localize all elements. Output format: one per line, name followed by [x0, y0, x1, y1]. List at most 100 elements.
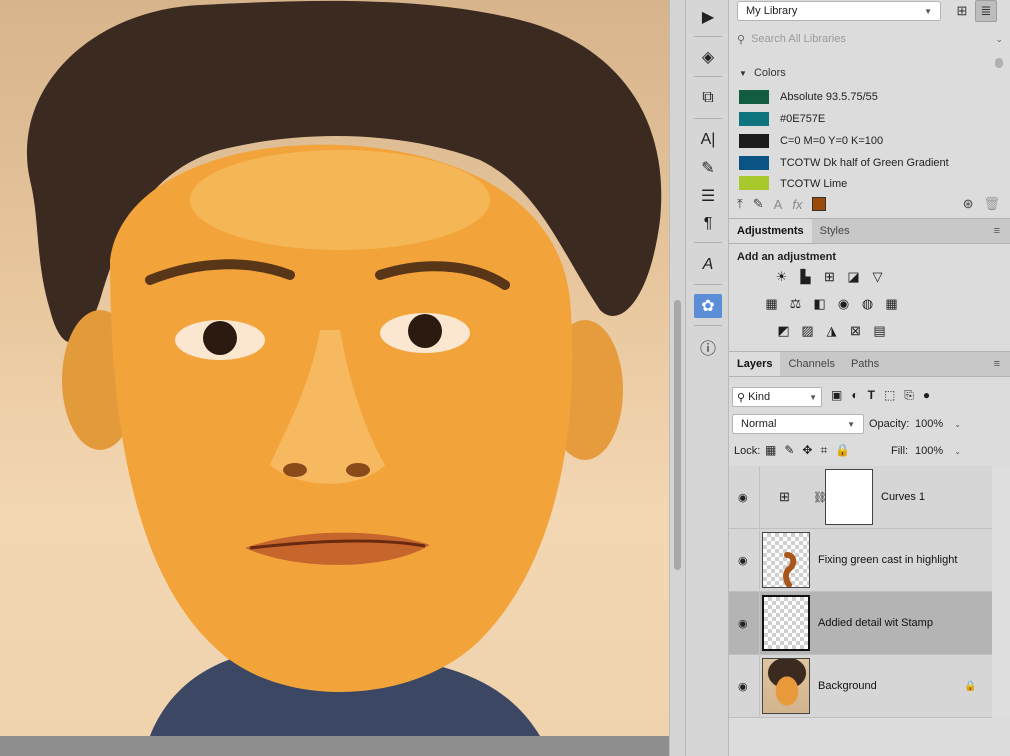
lock-icon: 🔒 — [964, 680, 977, 692]
fill-value: 100% — [915, 445, 944, 457]
layer-name: Background — [818, 680, 877, 692]
tab-channels[interactable]: Channels — [780, 352, 842, 376]
add-foreground-color-swatch[interactable] — [812, 197, 827, 211]
canvas-vertical-scrollbar[interactable] — [669, 0, 685, 756]
eye-icon[interactable]: ◉ — [738, 554, 754, 567]
eye-icon[interactable]: ◉ — [738, 491, 754, 504]
layer-name: Addied detail wit Stamp — [818, 617, 933, 629]
color-swatch-row[interactable]: TCOTW Lime — [739, 176, 847, 190]
list-view-icon[interactable]: ≣ — [975, 0, 997, 22]
curves-icon[interactable]: ⊞ — [821, 268, 838, 285]
layer-mask-thumbnail[interactable] — [825, 469, 873, 525]
libraries-icon[interactable]: ✿ — [694, 294, 722, 318]
tab-adjustments[interactable]: Adjustments — [729, 219, 812, 243]
character-icon[interactable]: A| — [694, 128, 722, 152]
trash-icon[interactable]: 🗑 — [983, 196, 1000, 212]
gradient-map-icon[interactable]: ▤ — [871, 322, 888, 339]
type-filter-icon[interactable]: T — [868, 388, 875, 403]
levels-icon[interactable]: ▙ — [797, 268, 814, 285]
library-scrollbar[interactable] — [995, 58, 1003, 190]
color-swatch-row[interactable]: TCOTW Dk half of Green Gradient — [739, 154, 949, 172]
hue-saturation-icon[interactable]: ▦ — [763, 295, 780, 312]
layer-filter-select[interactable]: ⚲ Kind ▼ — [732, 387, 822, 407]
filter-toggle-icon[interactable]: ● — [923, 388, 930, 403]
eye-icon[interactable]: ◉ — [738, 680, 754, 693]
creative-cloud-icon[interactable]: ⊛ — [963, 196, 974, 212]
scrollbar-thumb[interactable] — [995, 58, 1003, 68]
grid-view-icon[interactable]: ⊞ — [951, 0, 973, 22]
brush-presets-icon[interactable]: ✎ — [694, 156, 722, 180]
play-icon[interactable]: ▶ — [694, 5, 722, 29]
color-swatch — [739, 112, 769, 126]
selective-color-icon[interactable]: ⊠ — [847, 322, 864, 339]
color-swatch-row[interactable]: Absolute 93.5.75/55 — [739, 88, 878, 106]
color-lookup-icon[interactable]: ▦ — [883, 295, 900, 312]
color-balance-icon[interactable]: ⚖ — [787, 295, 804, 312]
fill-input[interactable]: 100% ⌄ — [913, 441, 963, 461]
layer-row[interactable]: ◉ Background 🔒 — [729, 655, 992, 718]
lock-position-icon[interactable]: ✥ — [802, 443, 812, 458]
add-layer-style-icon[interactable]: fx — [792, 197, 802, 212]
clone-source-icon[interactable]: ⧉ — [694, 86, 722, 110]
lock-artboard-icon[interactable]: ⌗ — [820, 443, 827, 458]
add-character-style-icon[interactable]: A — [774, 197, 783, 212]
fill-label: Fill: — [891, 445, 909, 457]
exposure-icon[interactable]: ◪ — [845, 268, 862, 285]
channel-mixer-icon[interactable]: ◍ — [859, 295, 876, 312]
glyphs-icon[interactable]: A — [694, 253, 722, 277]
tab-layers[interactable]: Layers — [729, 352, 781, 376]
eye-icon[interactable]: ◉ — [738, 617, 754, 630]
photo-filter-icon[interactable]: ◉ — [835, 295, 852, 312]
search-icon: ⚲ — [737, 33, 746, 46]
brightness-contrast-icon[interactable]: ☀ — [773, 268, 790, 285]
layer-thumbnail[interactable] — [762, 595, 810, 651]
library-footer: ⤒ ✎ A fx ⊛ 🗑 — [729, 192, 1010, 216]
layer-row[interactable]: ◉ ⊞ ⛓ Curves 1 — [729, 466, 992, 529]
opacity-input[interactable]: 100% ⌄ — [913, 414, 963, 434]
lock-image-icon[interactable]: ✎ — [784, 443, 794, 458]
document-canvas[interactable] — [0, 0, 669, 756]
chevron-down-icon[interactable]: ⌄ — [995, 34, 1003, 45]
layer-thumbnail[interactable] — [762, 532, 810, 588]
library-search[interactable]: ⚲ Search All Libraries ⌄ — [733, 29, 1003, 49]
threshold-icon[interactable]: ◮ — [823, 322, 840, 339]
adjustments-tabbar: Adjustments Styles ≡ — [729, 218, 1010, 244]
scrollbar-thumb[interactable] — [674, 300, 681, 570]
brush-stroke — [783, 552, 797, 588]
lock-transparent-icon[interactable]: ▦ — [765, 443, 776, 458]
blend-mode-select[interactable]: Normal ▼ — [732, 414, 864, 434]
paragraph-icon[interactable]: ¶ — [694, 212, 722, 236]
add-content-icon[interactable]: ✎ — [753, 196, 764, 212]
shape-filter-icon[interactable]: ⬚ — [884, 388, 895, 403]
panel-menu-icon[interactable]: ≡ — [994, 225, 1000, 237]
panel-menu-icon[interactable]: ≡ — [994, 358, 1000, 370]
tab-paths[interactable]: Paths — [843, 352, 887, 376]
layer-row-selected[interactable]: ◉ Addied detail wit Stamp — [729, 592, 992, 655]
canvas-horizontal-scrollbar[interactable] — [0, 736, 669, 756]
layer-row[interactable]: ◉ Fixing green cast in highlight — [729, 529, 992, 592]
swatch-name: #0E757E — [780, 113, 826, 125]
layers-scrollbar[interactable] — [992, 466, 1010, 718]
color-swatch-row[interactable]: #0E757E — [739, 110, 825, 128]
colors-section-title: Colors — [753, 67, 786, 79]
3d-icon[interactable]: ◈ — [694, 45, 722, 69]
lock-all-icon[interactable]: 🔒 — [835, 443, 850, 458]
color-swatch-row[interactable]: C=0 M=0 Y=0 K=100 — [739, 132, 883, 150]
right-panel-dock: My Library ▼ ⊞ ≣ ⚲ Search All Libraries … — [729, 0, 1010, 756]
upload-icon[interactable]: ⤒ — [737, 196, 743, 212]
properties-icon[interactable]: ☰ — [694, 184, 722, 208]
background-thumbnail[interactable] — [762, 658, 810, 714]
info-icon[interactable]: ⓘ — [694, 335, 722, 359]
adjustment-filter-icon[interactable]: ◐ — [851, 388, 858, 403]
posterize-icon[interactable]: ▨ — [799, 322, 816, 339]
invert-icon[interactable]: ◩ — [775, 322, 792, 339]
library-select[interactable]: My Library ▼ — [737, 1, 941, 21]
vibrance-icon[interactable]: ▽ — [869, 268, 886, 285]
colors-section-header[interactable]: ▼ Colors — [739, 67, 786, 79]
tab-styles[interactable]: Styles — [812, 219, 858, 243]
layers-tabbar: Layers Channels Paths ≡ — [729, 351, 1010, 377]
pixel-filter-icon[interactable]: ▣ — [831, 388, 842, 403]
black-white-icon[interactable]: ◧ — [811, 295, 828, 312]
disclosure-triangle-icon: ▼ — [739, 69, 747, 78]
smart-object-filter-icon[interactable]: ⎘ — [904, 388, 914, 403]
